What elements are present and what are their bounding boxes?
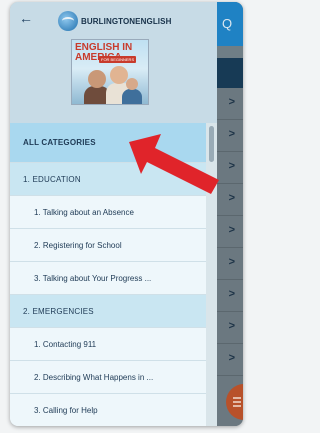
chevron-right-icon: > [228,224,235,236]
menu-category[interactable]: 2. EMERGENCIES [10,295,206,328]
brand-name: BURLINGTONENGLISH [81,16,172,26]
navigation-drawer: ← BURLINGTONENGLISH ENGLISH IN AMERICA F… [10,2,217,426]
menu-lesson[interactable]: 1. Contacting 911 [10,328,206,361]
app-frame: Q > > > > > > > > > ← BURLINGTONENGLISH … [10,2,243,426]
chevron-right-icon: > [228,192,235,204]
chevron-right-icon: > [228,96,235,108]
menu-lesson[interactable]: 2. Registering for School [10,229,206,262]
chevron-right-icon: > [228,352,235,364]
chevron-right-icon: > [228,320,235,332]
search-icon[interactable]: Q [222,16,232,31]
chevron-right-icon: > [228,128,235,140]
course-thumbnail: ENGLISH IN AMERICA FOR BEGINNERS [71,39,149,105]
menu-lesson[interactable]: 3. Calling for Help [10,394,206,426]
course-badge: FOR BEGINNERS [99,56,137,63]
chevron-right-icon: > [228,288,235,300]
arrow-left-icon[interactable]: ← [19,10,33,26]
hamburger-icon [233,397,241,407]
drawer-header: ← BURLINGTONENGLISH ENGLISH IN AMERICA F… [10,2,217,123]
menu-lesson[interactable]: 3. Talking about Your Progress ... [10,262,206,295]
menu-lesson[interactable]: 1. Talking about an Absence [10,196,206,229]
annotation-arrow-shape [129,134,219,194]
brand-logo: BURLINGTONENGLISH [58,10,171,32]
globe-icon [58,11,78,31]
annotation-arrow-icon [129,134,219,194]
chevron-right-icon: > [228,160,235,172]
chevron-right-icon: > [228,256,235,268]
menu-lesson[interactable]: 2. Describing What Happens in ... [10,361,206,394]
course-photo [84,66,142,104]
